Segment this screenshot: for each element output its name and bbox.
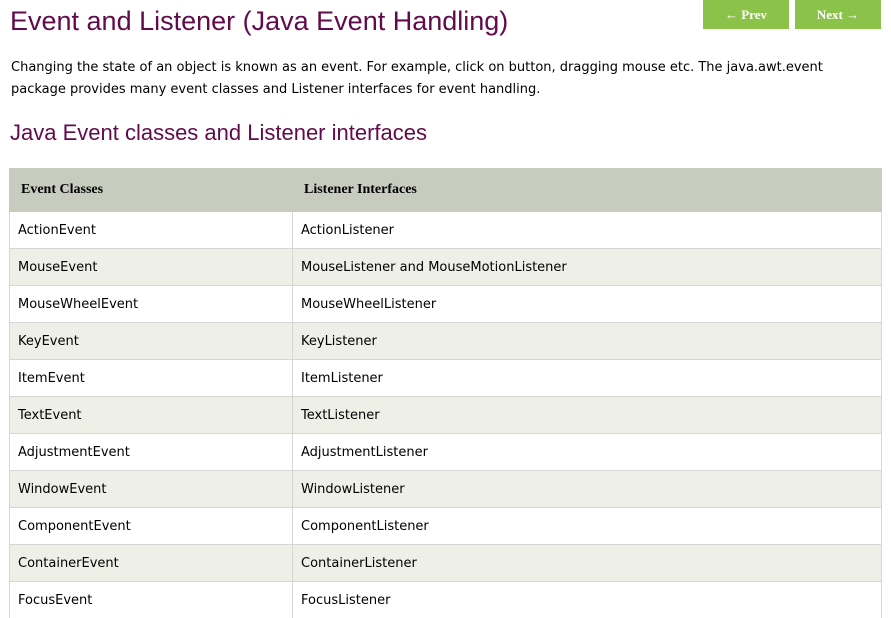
listener-interface-cell: ComponentListener (292, 507, 882, 545)
table-row: ItemEvent ItemListener (9, 359, 882, 397)
table-row: AdjustmentEvent AdjustmentListener (9, 433, 882, 471)
listener-interface-cell: ItemListener (292, 359, 882, 397)
column-header-event-classes: Event Classes (9, 168, 293, 212)
table-row: TextEvent TextListener (9, 396, 882, 434)
event-class-cell: FocusEvent (9, 581, 293, 618)
event-class-cell: ItemEvent (9, 359, 293, 397)
table-row: ActionEvent ActionListener (9, 211, 882, 249)
table-row: FocusEvent FocusListener (9, 581, 882, 618)
event-listener-table: Event Classes Listener Interfaces Action… (9, 168, 882, 618)
event-class-cell: MouseEvent (9, 248, 293, 286)
listener-interface-cell: MouseWheelListener (292, 285, 882, 323)
event-class-cell: TextEvent (9, 396, 293, 434)
listener-interface-cell: KeyListener (292, 322, 882, 360)
listener-interface-cell: WindowListener (292, 470, 882, 508)
listener-interface-cell: MouseListener and MouseMotionListener (292, 248, 882, 286)
table-row: ContainerEvent ContainerListener (9, 544, 882, 582)
table-row: ComponentEvent ComponentListener (9, 507, 882, 545)
listener-interface-cell: TextListener (292, 396, 882, 434)
listener-interface-cell: AdjustmentListener (292, 433, 882, 471)
listener-interface-cell: FocusListener (292, 581, 882, 618)
table-header-row: Event Classes Listener Interfaces (9, 168, 882, 212)
event-class-cell: ContainerEvent (9, 544, 293, 582)
event-class-cell: KeyEvent (9, 322, 293, 360)
table-row: KeyEvent KeyListener (9, 322, 882, 360)
table-row: MouseWheelEvent MouseWheelListener (9, 285, 882, 323)
prev-button[interactable]: ← Prev (703, 0, 789, 29)
next-button[interactable]: Next → (795, 0, 881, 29)
table-row: WindowEvent WindowListener (9, 470, 882, 508)
event-class-cell: ActionEvent (9, 211, 293, 249)
section-heading: Java Event classes and Listener interfac… (10, 120, 428, 145)
page-title: Event and Listener (Java Event Handling) (10, 6, 509, 36)
event-class-cell: AdjustmentEvent (9, 433, 293, 471)
column-header-listener-interfaces: Listener Interfaces (292, 168, 882, 212)
event-class-cell: MouseWheelEvent (9, 285, 293, 323)
event-class-cell: WindowEvent (9, 470, 293, 508)
intro-paragraph: Changing the state of an object is known… (11, 60, 823, 97)
listener-interface-cell: ContainerListener (292, 544, 882, 582)
listener-interface-cell: ActionListener (292, 211, 882, 249)
event-class-cell: ComponentEvent (9, 507, 293, 545)
table-row: MouseEvent MouseListener and MouseMotion… (9, 248, 882, 286)
